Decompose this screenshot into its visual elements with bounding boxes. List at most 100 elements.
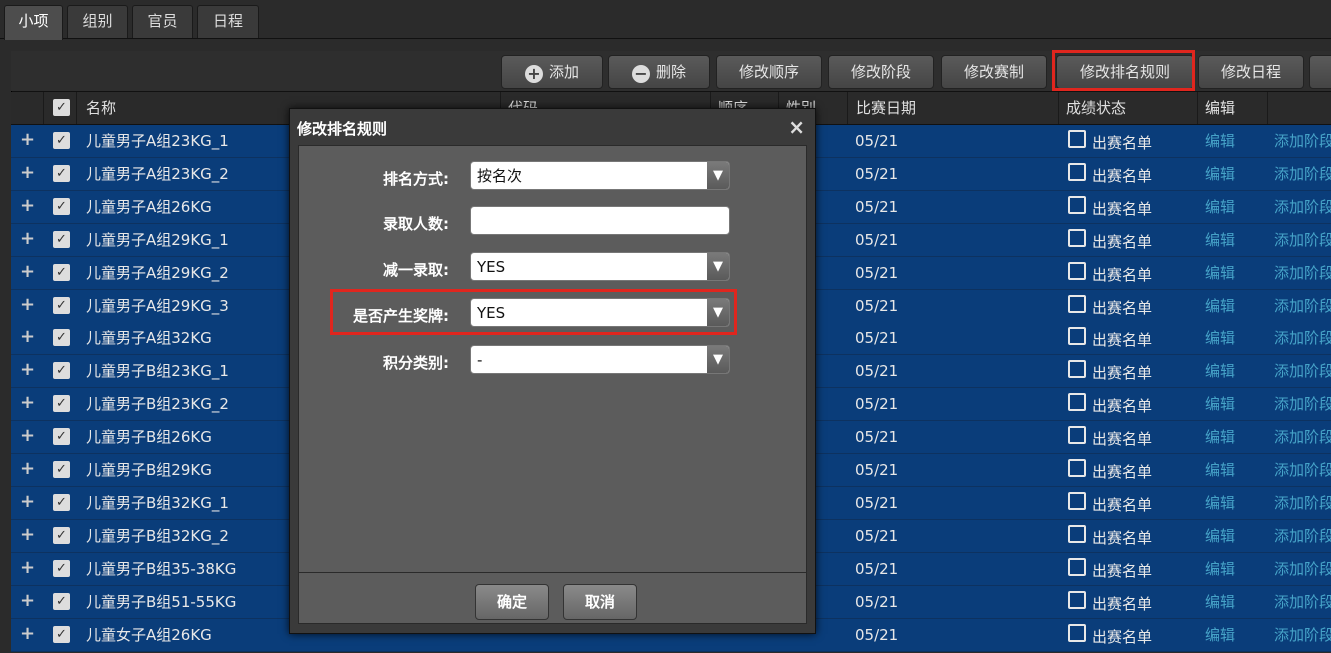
expand-icon[interactable]: + — [20, 131, 35, 149]
add-stage-link[interactable]: 添加阶段 — [1274, 454, 1331, 486]
expand-icon[interactable]: + — [20, 558, 35, 577]
add-stage-link[interactable]: 添加阶段 — [1274, 421, 1331, 453]
row-checkbox[interactable]: ✓ — [53, 230, 70, 248]
expand-icon[interactable]: + — [20, 624, 35, 643]
row-checkbox[interactable]: ✓ — [53, 362, 70, 380]
add-stage-link[interactable]: 添加阶段 — [1274, 520, 1331, 552]
select-all-checkbox[interactable]: ✓ — [53, 99, 70, 116]
roster-checkbox[interactable] — [1068, 162, 1086, 181]
edit-link[interactable]: 编辑 — [1205, 191, 1235, 223]
edit-link[interactable]: 编辑 — [1205, 553, 1235, 585]
rank-method-select[interactable]: 按名次 ▼ — [470, 161, 730, 190]
roster-checkbox[interactable] — [1068, 393, 1086, 412]
more-button[interactable] — [1309, 55, 1331, 89]
add-stage-link[interactable]: 添加阶段 — [1274, 125, 1331, 157]
add-stage-link[interactable]: 添加阶段 — [1274, 257, 1331, 289]
roster-checkbox[interactable] — [1068, 590, 1086, 609]
roster-checkbox[interactable] — [1068, 130, 1086, 148]
roster-checkbox[interactable] — [1068, 459, 1086, 477]
row-name: 儿童男子A组23KG_2 — [86, 164, 229, 183]
roster-checkbox[interactable] — [1068, 524, 1086, 543]
expand-icon[interactable]: + — [20, 328, 35, 346]
expand-icon[interactable]: + — [20, 163, 35, 182]
expand-icon[interactable]: + — [20, 492, 35, 511]
roster-checkbox[interactable] — [1068, 360, 1086, 379]
row-checkbox[interactable]: ✓ — [53, 559, 70, 577]
row-checkbox[interactable]: ✓ — [53, 526, 70, 544]
edit-link[interactable]: 编辑 — [1205, 125, 1235, 157]
edit-link[interactable]: 编辑 — [1205, 257, 1235, 289]
modify-stage-button[interactable]: 修改阶段 — [828, 55, 934, 89]
points-category-select[interactable]: - ▼ — [470, 345, 730, 374]
row-checkbox[interactable]: ✓ — [53, 395, 70, 413]
roster-checkbox[interactable] — [1068, 491, 1086, 510]
expand-icon[interactable]: + — [20, 591, 35, 610]
edit-link[interactable]: 编辑 — [1205, 158, 1235, 190]
expand-icon[interactable]: + — [20, 262, 35, 281]
add-stage-link[interactable]: 添加阶段 — [1274, 487, 1331, 519]
roster-checkbox[interactable] — [1068, 195, 1086, 214]
row-checkbox[interactable]: ✓ — [53, 132, 70, 149]
modify-order-button[interactable]: 修改顺序 — [716, 55, 822, 89]
roster-checkbox[interactable] — [1068, 261, 1086, 280]
tab-groups[interactable]: 组别 — [67, 5, 128, 38]
add-stage-link[interactable]: 添加阶段 — [1274, 388, 1331, 420]
row-checkbox[interactable]: ✓ — [53, 461, 70, 478]
add-stage-link[interactable]: 添加阶段 — [1274, 290, 1331, 322]
row-checkbox[interactable]: ✓ — [53, 493, 70, 511]
add-stage-link[interactable]: 添加阶段 — [1274, 224, 1331, 256]
expand-icon[interactable]: + — [20, 460, 35, 478]
admit-count-input[interactable] — [470, 206, 730, 235]
minus-one-select[interactable]: YES ▼ — [470, 252, 730, 281]
minus-circle-icon: − — [631, 65, 650, 83]
modify-format-button[interactable]: 修改赛制 — [941, 55, 1047, 89]
edit-link[interactable]: 编辑 — [1205, 487, 1235, 519]
row-checkbox[interactable]: ✓ — [53, 197, 70, 215]
add-stage-link[interactable]: 添加阶段 — [1274, 322, 1331, 354]
tab-officials[interactable]: 官员 — [132, 5, 193, 38]
add-stage-link[interactable]: 添加阶段 — [1274, 191, 1331, 223]
cancel-button[interactable]: 取消 — [563, 584, 637, 620]
edit-link[interactable]: 编辑 — [1205, 224, 1235, 256]
modify-schedule-button[interactable]: 修改日程 — [1198, 55, 1304, 89]
roster-checkbox[interactable] — [1068, 557, 1086, 576]
row-checkbox[interactable]: ✓ — [53, 164, 70, 182]
row-checkbox[interactable]: ✓ — [53, 625, 70, 643]
add-stage-link[interactable]: 添加阶段 — [1274, 586, 1331, 618]
add-stage-link[interactable]: 添加阶段 — [1274, 355, 1331, 387]
edit-link[interactable]: 编辑 — [1205, 520, 1235, 552]
row-checkbox[interactable]: ✓ — [53, 296, 70, 314]
add-stage-link[interactable]: 添加阶段 — [1274, 158, 1331, 190]
expand-icon[interactable]: + — [20, 525, 35, 544]
close-icon[interactable]: × — [788, 115, 805, 139]
expand-icon[interactable]: + — [20, 361, 35, 379]
row-date: 05/21 — [855, 592, 899, 611]
confirm-button[interactable]: 确定 — [475, 584, 549, 620]
row-checkbox[interactable]: ✓ — [53, 592, 70, 610]
add-stage-link[interactable]: 添加阶段 — [1274, 553, 1331, 585]
roster-checkbox[interactable] — [1068, 294, 1086, 313]
edit-link[interactable]: 编辑 — [1205, 454, 1235, 486]
expand-icon[interactable]: + — [20, 229, 35, 248]
edit-link[interactable]: 编辑 — [1205, 290, 1235, 322]
expand-icon[interactable]: + — [20, 427, 35, 445]
roster-checkbox[interactable] — [1068, 228, 1086, 247]
expand-icon[interactable]: + — [20, 394, 35, 412]
row-checkbox[interactable]: ✓ — [53, 428, 70, 446]
add-button[interactable]: + 添加 — [501, 55, 603, 89]
edit-link[interactable]: 编辑 — [1205, 388, 1235, 420]
edit-link[interactable]: 编辑 — [1205, 355, 1235, 387]
edit-link[interactable]: 编辑 — [1205, 322, 1235, 354]
tab-schedule[interactable]: 日程 — [197, 5, 259, 38]
roster-checkbox[interactable] — [1068, 327, 1086, 346]
roster-checkbox[interactable] — [1068, 426, 1086, 445]
delete-button[interactable]: − 删除 — [608, 55, 710, 89]
edit-link[interactable]: 编辑 — [1205, 421, 1235, 453]
row-checkbox[interactable]: ✓ — [53, 329, 70, 347]
tab-events[interactable]: 小项 — [4, 5, 63, 40]
roster-checkbox[interactable] — [1068, 623, 1086, 642]
row-checkbox[interactable]: ✓ — [53, 263, 70, 281]
expand-icon[interactable]: + — [20, 295, 35, 314]
edit-link[interactable]: 编辑 — [1205, 586, 1235, 618]
expand-icon[interactable]: + — [20, 196, 35, 215]
